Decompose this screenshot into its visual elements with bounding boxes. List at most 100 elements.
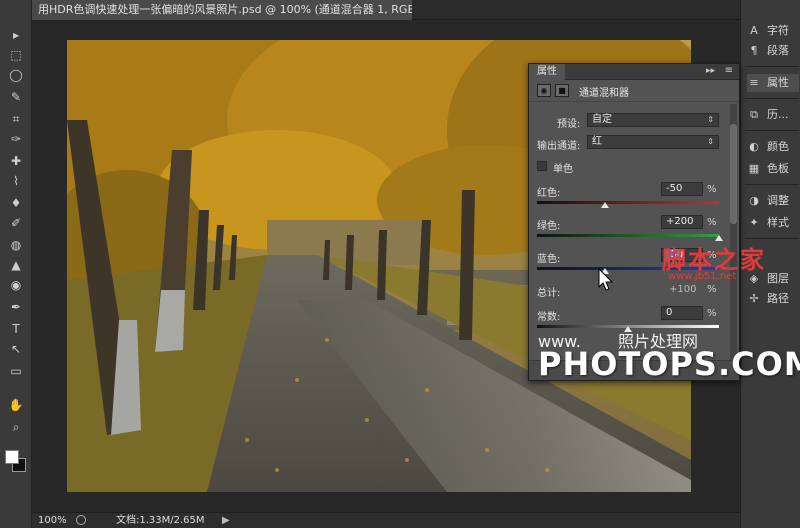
marquee-tool-icon[interactable]: ⬚ bbox=[6, 46, 26, 64]
document-tab-bar: 用HDR色调快速处理一张偏暗的风景照片.psd @ 100% (通道混合器 1,… bbox=[32, 0, 740, 20]
document-tab-title: 用HDR色调快速处理一张偏暗的风景照片.psd @ 100% (通道混合器 1,… bbox=[38, 3, 412, 16]
green-value-input[interactable]: +200 bbox=[661, 215, 703, 229]
blur-tool-icon[interactable]: ◉ bbox=[6, 276, 26, 294]
gradient-tool-icon[interactable]: ▲ bbox=[6, 256, 26, 274]
document-tab[interactable]: 用HDR色调快速处理一张偏暗的风景照片.psd @ 100% (通道混合器 1,… bbox=[32, 0, 412, 20]
dock-item-label: 图层 bbox=[767, 272, 789, 285]
pen-tool-icon[interactable]: ✒ bbox=[6, 298, 26, 316]
quick-select-tool-icon[interactable]: ✎ bbox=[6, 88, 26, 106]
brush-tool-icon[interactable]: ⌇ bbox=[6, 172, 26, 190]
dock-item-label: 调整 bbox=[767, 194, 789, 207]
constant-value-input[interactable]: 0 bbox=[661, 306, 703, 320]
adjustment-layer-icon[interactable]: ◉ bbox=[537, 84, 551, 97]
constant-label: 常数: bbox=[537, 312, 561, 323]
red-label: 红色: bbox=[537, 188, 561, 199]
preset-dropdown[interactable]: 自定 ⇕ bbox=[587, 113, 719, 127]
photops-watermark: PHOTOPS.COM bbox=[538, 345, 800, 383]
blue-label: 蓝色: bbox=[537, 254, 561, 265]
dock-item-label: 样式 bbox=[767, 216, 789, 229]
dock-item-styles[interactable]: ✦ 样式 bbox=[747, 214, 799, 232]
output-channel-dropdown[interactable]: 红 ⇕ bbox=[587, 135, 719, 149]
dock-item-label: 色板 bbox=[767, 162, 789, 175]
dock-separator bbox=[745, 238, 799, 239]
green-value: +200 bbox=[666, 216, 694, 227]
dock-item-paths[interactable]: ✢ 路径 bbox=[747, 290, 799, 308]
red-value: -50 bbox=[666, 183, 683, 194]
properties-tab[interactable]: 属性 bbox=[529, 64, 565, 80]
total-percent: % bbox=[707, 284, 717, 295]
dock-item-label: 属性 bbox=[767, 76, 789, 89]
eraser-tool-icon[interactable]: ◍ bbox=[6, 236, 26, 254]
total-label: 总计: bbox=[537, 288, 561, 299]
dock-item-properties[interactable]: ≡ 属性 bbox=[747, 74, 799, 92]
document-info: 文档:1.33M/2.65M bbox=[116, 515, 205, 526]
constant-percent: % bbox=[707, 308, 717, 319]
properties-title: 通道混和器 bbox=[579, 88, 629, 99]
layer-mask-icon[interactable]: ■ bbox=[555, 84, 569, 97]
dock-separator bbox=[745, 184, 799, 185]
properties-panel-header: 属性 ▸▸ ≡ bbox=[529, 64, 739, 80]
dropdown-arrow-icon: ⇕ bbox=[707, 137, 714, 146]
dock-item-paragraph[interactable]: ¶ 段落 bbox=[747, 42, 799, 60]
red-value-input[interactable]: -50 bbox=[661, 182, 703, 196]
dock-item-adjustments[interactable]: ◑ 调整 bbox=[747, 192, 799, 210]
path-select-tool-icon[interactable]: ↖ bbox=[6, 340, 26, 358]
properties-icon: ≡ bbox=[749, 76, 759, 89]
clone-stamp-tool-icon[interactable]: ♦ bbox=[6, 194, 26, 212]
lasso-tool-icon[interactable]: ◯ bbox=[6, 66, 26, 84]
monochrome-checkbox[interactable] bbox=[537, 161, 547, 171]
properties-scrollbar[interactable] bbox=[730, 104, 737, 374]
zoom-tool-icon[interactable]: ⌕ bbox=[6, 418, 26, 436]
dock-separator bbox=[745, 66, 799, 67]
eyedropper-tool-icon[interactable]: ✑ bbox=[6, 130, 26, 148]
output-channel-value: 红 bbox=[592, 136, 602, 147]
swatches-icon: ▦ bbox=[748, 162, 760, 175]
crop-tool-icon[interactable]: ⌗ bbox=[6, 110, 26, 128]
red-slider-thumb[interactable] bbox=[601, 202, 610, 208]
color-icon: ◐ bbox=[749, 140, 759, 153]
red-percent: % bbox=[707, 184, 717, 195]
jb51-url-watermark: www.jb51.net bbox=[668, 271, 737, 282]
dock-item-color[interactable]: ◐ 颜色 bbox=[747, 138, 799, 156]
preset-label: 预设: bbox=[557, 119, 581, 130]
paths-icon: ✢ bbox=[749, 292, 759, 305]
history-brush-tool-icon[interactable]: ✐ bbox=[6, 214, 26, 232]
character-icon: A bbox=[750, 24, 758, 37]
green-label: 绿色: bbox=[537, 221, 561, 232]
status-info-icon[interactable] bbox=[76, 515, 86, 525]
rectangle-tool-icon[interactable]: ▭ bbox=[6, 362, 26, 380]
output-channel-label: 输出通道: bbox=[537, 141, 581, 152]
collapse-panel-icon[interactable]: ▸▸ bbox=[706, 66, 715, 76]
total-value: +100 bbox=[669, 284, 697, 295]
green-percent: % bbox=[707, 217, 717, 228]
foreground-color-swatch[interactable] bbox=[5, 450, 19, 464]
dock-separator bbox=[745, 130, 799, 131]
dock-item-label: 字符 bbox=[767, 24, 789, 37]
move-tool-icon[interactable]: ▸ bbox=[6, 26, 26, 44]
dock-item-character[interactable]: A 字符 bbox=[747, 22, 799, 40]
dock-separator bbox=[745, 98, 799, 99]
panel-menu-icon[interactable]: ≡ bbox=[725, 65, 733, 76]
dock-item-label: 历... bbox=[767, 108, 789, 121]
dropdown-arrow-icon: ⇕ bbox=[707, 115, 714, 124]
dock-item-swatches[interactable]: ▦ 色板 bbox=[747, 160, 799, 178]
healing-brush-tool-icon[interactable]: ✚ bbox=[6, 152, 26, 170]
type-tool-icon[interactable]: T bbox=[6, 320, 26, 338]
history-icon: ⧉ bbox=[750, 108, 758, 121]
adjustments-icon: ◑ bbox=[749, 194, 759, 207]
constant-value: 0 bbox=[666, 307, 673, 318]
dock-item-label: 颜色 bbox=[767, 140, 789, 153]
status-bar: 100% 文档:1.33M/2.65M ▶ bbox=[32, 512, 740, 528]
green-slider-track[interactable] bbox=[537, 234, 719, 237]
status-menu-arrow-icon[interactable]: ▶ bbox=[222, 513, 230, 528]
paragraph-icon: ¶ bbox=[750, 44, 758, 57]
zoom-level[interactable]: 100% bbox=[38, 513, 67, 528]
jb51-watermark: 脚本之家 bbox=[662, 245, 766, 274]
scrollbar-thumb[interactable] bbox=[730, 124, 737, 224]
monochrome-label: 单色 bbox=[553, 164, 573, 175]
mouse-cursor-icon bbox=[598, 268, 614, 291]
hand-tool-icon[interactable]: ✋ bbox=[6, 396, 26, 414]
dock-item-history[interactable]: ⧉ 历... bbox=[747, 106, 799, 124]
red-slider-track[interactable] bbox=[537, 201, 719, 204]
dock-item-label: 段落 bbox=[767, 44, 789, 57]
